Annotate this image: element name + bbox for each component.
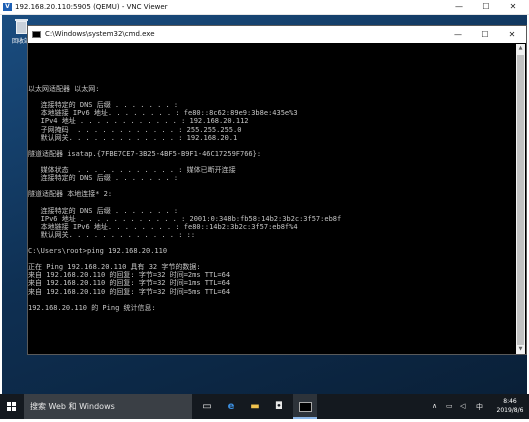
cmd-window: C:\Windows\system32\cmd.exe — ☐ ✕ 以太网适配器…: [27, 25, 527, 355]
windows-logo-icon: [7, 402, 11, 406]
chevron-up-icon[interactable]: ∧: [432, 402, 437, 410]
console-line: 来自 192.168.20.110 的回复: 字节=32 时间=5ms TTL=…: [28, 287, 231, 296]
clock-date: 2019/8/6: [496, 407, 524, 414]
cmd-taskbar-button[interactable]: [293, 394, 317, 419]
console-line: 隧道适配器 isatap.{7FBE7CE7-3B25-4BF5-B9F1-46…: [28, 149, 262, 158]
console-line: 隧道适配器 本地连接* 2:: [28, 190, 113, 199]
volume-icon[interactable]: ◁: [460, 402, 465, 410]
cmd-scrollbar[interactable]: ▲ ▼: [516, 44, 525, 354]
store-icon[interactable]: ◘: [267, 394, 291, 419]
console-line: 默认网关. . . . . . . . . . . . . : 192.168.…: [28, 133, 238, 142]
clock[interactable]: 8:46 2019/8/6: [492, 397, 528, 415]
cmd-titlebar[interactable]: C:\Windows\system32\cmd.exe — ☐ ✕: [28, 26, 526, 43]
console-line: 正在 Ping 192.168.20.110 具有 32 字节的数据:: [28, 263, 201, 272]
cmd-close-button[interactable]: ✕: [500, 26, 524, 43]
vnc-maximize-button[interactable]: ☐: [474, 0, 498, 14]
taskbar: 搜索 Web 和 Windows ▭ e ▬ ◘ ∧ ▭ ◁ 中 8:46 20…: [0, 394, 529, 419]
clock-time: 8:46: [503, 398, 517, 405]
folder-icon[interactable]: ▬: [243, 394, 267, 419]
console-line: 连接特定的 DNS 后缀 . . . . . . . :: [28, 101, 179, 110]
console-line: 连接特定的 DNS 后缀 . . . . . . . :: [28, 206, 179, 215]
console-line: 连接特定的 DNS 后缀 . . . . . . . :: [28, 174, 179, 183]
console-line: IPv6 地址 . . . . . . . . . . . . : 2001:0…: [28, 214, 342, 223]
cmd-icon: [32, 31, 41, 38]
scroll-down-icon[interactable]: ▼: [516, 345, 525, 354]
vnc-close-button[interactable]: ✕: [501, 0, 525, 14]
console-line: 媒体状态 . . . . . . . . . . . . : 媒体已断开连接: [28, 166, 236, 174]
cmd-icon: [298, 402, 312, 412]
console-output[interactable]: 以太网适配器 以太网: 连接特定的 DNS 后缀 . . . . . . . :…: [28, 44, 516, 354]
search-placeholder: 搜索 Web 和 Windows: [30, 402, 115, 411]
task-view-icon[interactable]: ▭: [195, 394, 219, 419]
recycle-bin-icon: [14, 18, 28, 34]
console-line: 192.168.20.110 的 Ping 统计信息:: [28, 303, 156, 312]
vnc-logo-icon: V: [3, 3, 12, 11]
console-line: 以太网适配器 以太网:: [28, 85, 100, 93]
vnc-titlebar: V 192.168.20.110:5905 (QEMU) - VNC Viewe…: [0, 0, 529, 15]
vnc-window-title: 192.168.20.110:5905 (QEMU) - VNC Viewer: [15, 3, 168, 11]
scrollbar-thumb[interactable]: [517, 55, 524, 345]
console-line: C:\Users\root>ping 192.168.20.110: [28, 247, 168, 255]
cmd-window-title: C:\Windows\system32\cmd.exe: [45, 30, 155, 38]
vnc-minimize-button[interactable]: —: [447, 0, 471, 14]
cmd-maximize-button[interactable]: ☐: [473, 26, 497, 43]
edge-icon[interactable]: e: [219, 394, 243, 419]
cmd-minimize-button[interactable]: —: [446, 26, 470, 43]
ime-icon[interactable]: 中: [476, 402, 483, 412]
network-icon[interactable]: ▭: [446, 402, 453, 410]
start-button[interactable]: [0, 394, 24, 419]
scroll-up-icon[interactable]: ▲: [516, 44, 525, 53]
console-line: 默认网关. . . . . . . . . . . . . : ::: [28, 230, 196, 239]
console-line: 来自 192.168.20.110 的回复: 字节=32 时间=1ms TTL=…: [28, 279, 231, 288]
console-line: 子网掩码 . . . . . . . . . . . . : 255.255.2…: [28, 125, 242, 134]
console-line: 本地链接 IPv6 地址. . . . . . . . : fe80::14b2…: [28, 222, 298, 231]
search-box[interactable]: 搜索 Web 和 Windows: [24, 394, 192, 419]
console-line: IPv4 地址 . . . . . . . . . . . . : 192.16…: [28, 117, 249, 126]
